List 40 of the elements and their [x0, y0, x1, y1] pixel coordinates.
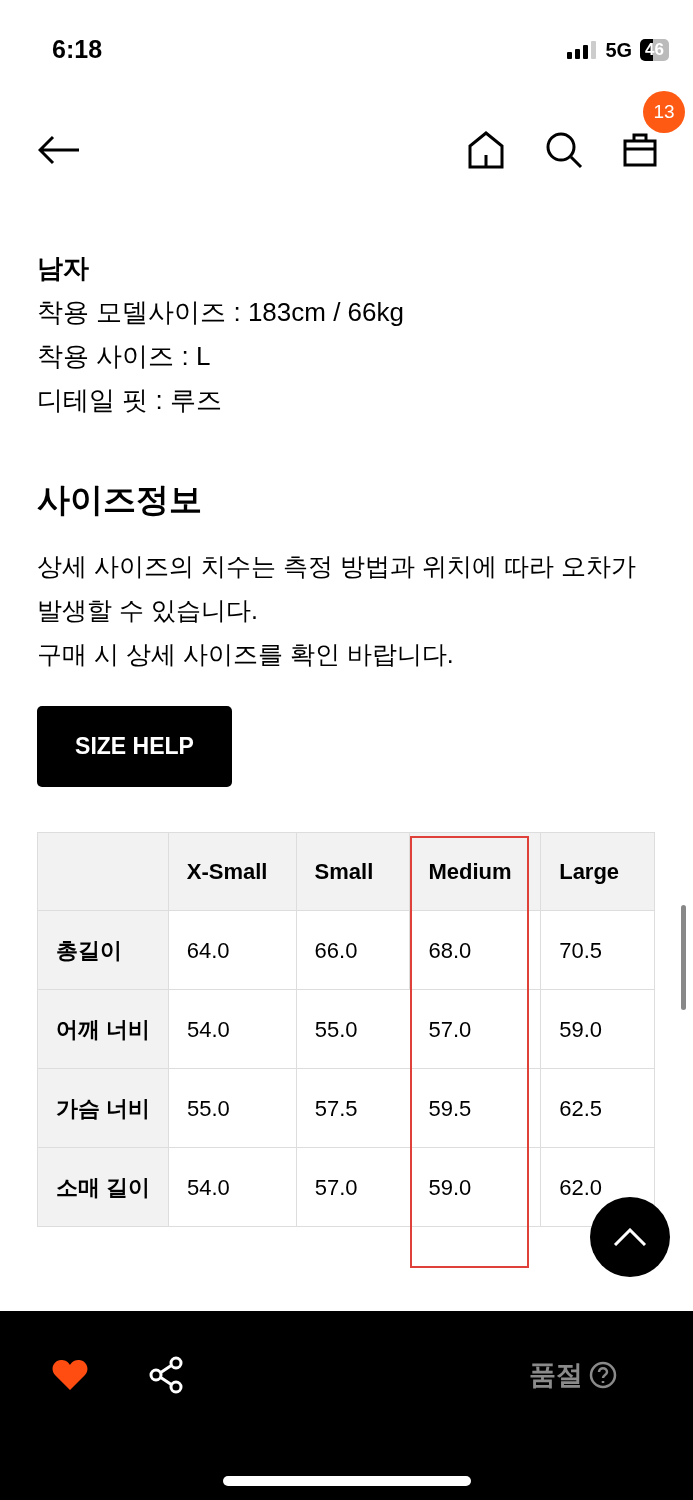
signal-icon — [567, 41, 598, 59]
arrow-left-icon — [38, 135, 80, 165]
share-icon[interactable] — [148, 1356, 184, 1394]
row-header: 어깨 너비 — [38, 990, 169, 1069]
row-header: 총길이 — [38, 911, 169, 990]
network-label: 5G — [605, 38, 633, 63]
table-cell: 66.0 — [296, 911, 411, 990]
search-icon[interactable] — [545, 130, 585, 170]
table-cell: 54.0 — [169, 990, 297, 1069]
sold-out-label: 품절 — [529, 1358, 583, 1392]
table-cell: 59.5 — [410, 1069, 542, 1148]
row-header: 가슴 너비 — [38, 1069, 169, 1148]
table-cell: 64.0 — [168, 911, 297, 990]
cart-count-badge: 13 — [643, 91, 685, 133]
help-icon[interactable] — [589, 1361, 617, 1389]
gender-label: 남자 — [37, 252, 90, 285]
bag-icon[interactable] — [623, 133, 657, 167]
model-info-line: 디테일 핏 : 루즈 — [37, 384, 223, 417]
status-time: 6:18 — [52, 34, 103, 66]
favorite-button[interactable] — [52, 1357, 90, 1393]
size-help-button[interactable]: SIZE HELP — [37, 706, 232, 787]
table-cell: 62.5 — [541, 1069, 655, 1148]
table-cell: 59.0 — [410, 1148, 542, 1227]
column-header: Large — [541, 833, 655, 911]
table-cell: 59.0 — [541, 990, 655, 1069]
chevron-up-icon — [613, 1228, 647, 1246]
column-header: X-Small — [168, 833, 297, 911]
table-cell: 55.0 — [169, 1069, 297, 1148]
model-info-line: 착용 사이즈 : L — [37, 340, 212, 373]
row-header: 소매 길이 — [38, 1148, 169, 1227]
table-cell: 68.0 — [410, 911, 542, 990]
size-note: 구매 시 상세 사이즈를 확인 바랍니다. — [37, 639, 455, 670]
table-cell: 54.0 — [169, 1148, 297, 1227]
size-note: 상세 사이즈의 치수는 측정 방법과 위치에 따라 오차가 발생할 수 있습니다. — [37, 551, 637, 626]
home-icon[interactable] — [467, 130, 507, 170]
model-info-line: 착용 모델사이즈 : 183cm / 66kg — [37, 296, 405, 329]
column-header: Small — [296, 833, 411, 911]
section-title: 사이즈정보 — [37, 480, 203, 520]
table-cell: 57.0 — [410, 990, 542, 1069]
table-cell: 70.5 — [541, 911, 655, 990]
